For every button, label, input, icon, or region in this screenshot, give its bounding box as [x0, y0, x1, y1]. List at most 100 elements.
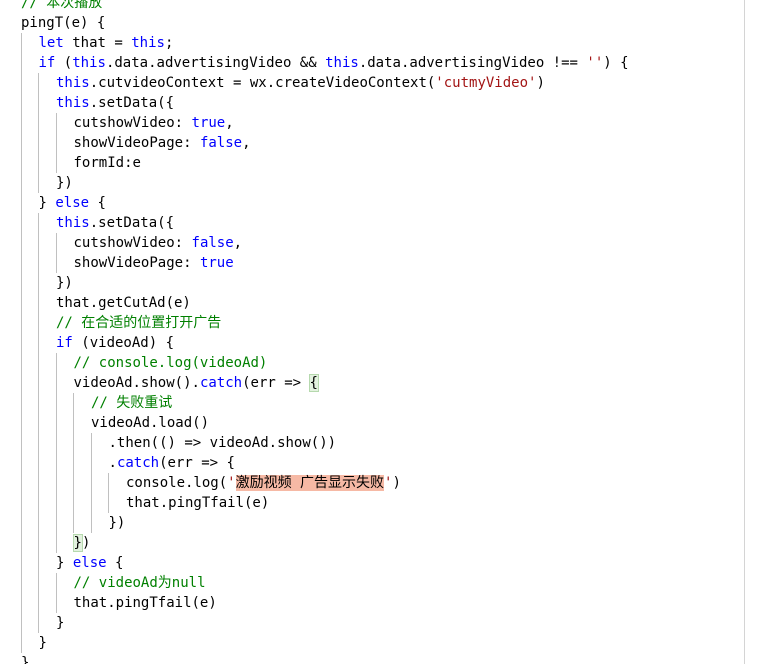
code-line[interactable]: formId:e: [0, 153, 744, 173]
indent-guide: [20, 293, 22, 313]
code-line[interactable]: that.pingTfail(e): [0, 593, 744, 613]
code-token: // 失败重试: [91, 395, 173, 411]
code-line[interactable]: pingT(e) {: [0, 13, 744, 33]
code-editor[interactable]: // 本次播放 pingT(e) {let that = this; if (thi…: [0, 0, 764, 664]
code-line[interactable]: } else {: [0, 553, 744, 573]
code-line[interactable]: } else {: [0, 193, 744, 213]
code-line[interactable]: showVideoPage: false,: [0, 133, 744, 153]
code-token: .cutvideoContext = wx.createVideoContext…: [89, 75, 436, 91]
indent-guide: [38, 533, 39, 553]
code-line[interactable]: }): [0, 173, 744, 193]
indent-guide: [38, 293, 39, 313]
code-line[interactable]: cutshowVideo: true,: [0, 113, 744, 133]
code-token: that.pingTfail(e): [126, 495, 270, 511]
code-text: showVideoPage: true: [74, 255, 234, 271]
code-token: true: [191, 115, 226, 131]
code-line[interactable]: this.setData({: [0, 93, 744, 113]
code-token: videoAd.show().: [73, 375, 200, 391]
code-line[interactable]: that.pingTfail(e): [0, 493, 744, 513]
code-text: this.setData({: [56, 215, 174, 231]
code-line[interactable]: // console.log(videoAd): [0, 353, 744, 373]
code-token: console.log(: [126, 475, 228, 491]
indent-guide: [55, 353, 57, 373]
indent-guide: [38, 73, 39, 93]
code-area[interactable]: // 本次播放 pingT(e) {let that = this; if (thi…: [0, 0, 744, 664]
code-text: } else {: [56, 555, 123, 571]
code-text: showVideoPage: false,: [74, 135, 251, 151]
code-token: }: [56, 615, 65, 631]
code-line[interactable]: this.cutvideoContext = wx.createVideoCon…: [0, 73, 744, 93]
code-line[interactable]: videoAd.show().catch(err => {: [0, 373, 744, 393]
code-line[interactable]: // videoAd为null: [0, 573, 744, 593]
indent-guide: [20, 73, 22, 93]
indent-guide: [20, 113, 22, 133]
indent-guide: [20, 413, 22, 433]
code-token: .data.advertisingVideo &&: [105, 55, 326, 71]
code-token: catch: [199, 375, 243, 391]
code-line[interactable]: }): [0, 273, 744, 293]
code-text: }: [56, 615, 64, 631]
indent-guide: [38, 553, 39, 573]
code-token: .then(() => videoAd.show()): [108, 435, 337, 451]
indent-guide: [55, 533, 57, 553]
code-text: // videoAd为null: [74, 575, 206, 591]
code-token: ,: [242, 135, 251, 151]
code-line[interactable]: videoAd.load(): [0, 413, 744, 433]
code-line[interactable]: if (this.data.advertisingVideo && this.d…: [0, 53, 744, 73]
code-line[interactable]: this.setData({: [0, 213, 744, 233]
indent-guide: [20, 53, 22, 73]
code-token: ): [536, 75, 545, 91]
code-line[interactable]: // 本次播放: [0, 0, 744, 13]
indent-guide: [108, 473, 109, 493]
indent-guide: [20, 553, 22, 573]
indent-guide: [20, 393, 22, 413]
indent-guide: [20, 573, 22, 593]
indent-guide: [55, 133, 57, 153]
code-token: ): [392, 475, 401, 491]
indent-guide: [38, 573, 39, 593]
indent-guide: [20, 133, 22, 153]
code-text: // console.log(videoAd): [74, 355, 268, 371]
indent-guide: [20, 153, 22, 173]
indent-guide: [38, 333, 39, 353]
code-token: that =: [63, 35, 132, 51]
code-line[interactable]: .catch(err => {: [0, 453, 744, 473]
indent-guide: [55, 393, 57, 413]
indent-guide: [38, 233, 39, 253]
code-token: this: [56, 75, 90, 91]
code-token: // 本次播放: [21, 0, 103, 11]
indent-guide: [55, 233, 57, 253]
code-line[interactable]: }): [0, 533, 744, 553]
indent-guide: [90, 433, 92, 453]
indent-guide: [20, 273, 22, 293]
code-line[interactable]: // 在合适的位置打开广告: [0, 313, 744, 333]
code-token: showVideoPage:: [73, 255, 200, 271]
code-line[interactable]: },: [0, 653, 744, 664]
code-line[interactable]: let that = this;: [0, 33, 744, 53]
code-text: console.log('激励视频 广告显示失败'): [126, 475, 401, 491]
code-line[interactable]: }: [0, 613, 744, 633]
code-token: let: [38, 35, 64, 51]
code-token: ;: [164, 35, 174, 51]
code-text: // 失败重试: [91, 395, 172, 411]
code-token: ,: [225, 115, 234, 131]
indent-guide: [90, 513, 92, 533]
code-line[interactable]: .then(() => videoAd.show()): [0, 433, 744, 453]
indent-guide: [55, 573, 57, 593]
code-text: if (videoAd) {: [56, 335, 174, 351]
code-line[interactable]: showVideoPage: true: [0, 253, 744, 273]
indent-guide: [90, 473, 92, 493]
code-line[interactable]: cutshowVideo: false,: [0, 233, 744, 253]
code-line[interactable]: // 失败重试: [0, 393, 744, 413]
code-line[interactable]: }: [0, 633, 744, 653]
code-line[interactable]: }): [0, 513, 744, 533]
indent-guide: [20, 493, 22, 513]
code-text: videoAd.show().catch(err => {: [73, 374, 320, 392]
indent-guide: [20, 333, 22, 353]
code-token: if: [56, 335, 73, 351]
code-text: videoAd.load(): [91, 415, 209, 431]
code-line[interactable]: if (videoAd) {: [0, 333, 744, 353]
code-text: }: [39, 635, 47, 651]
code-line[interactable]: console.log('激励视频 广告显示失败'): [0, 473, 744, 493]
code-line[interactable]: that.getCutAd(e): [0, 293, 744, 313]
